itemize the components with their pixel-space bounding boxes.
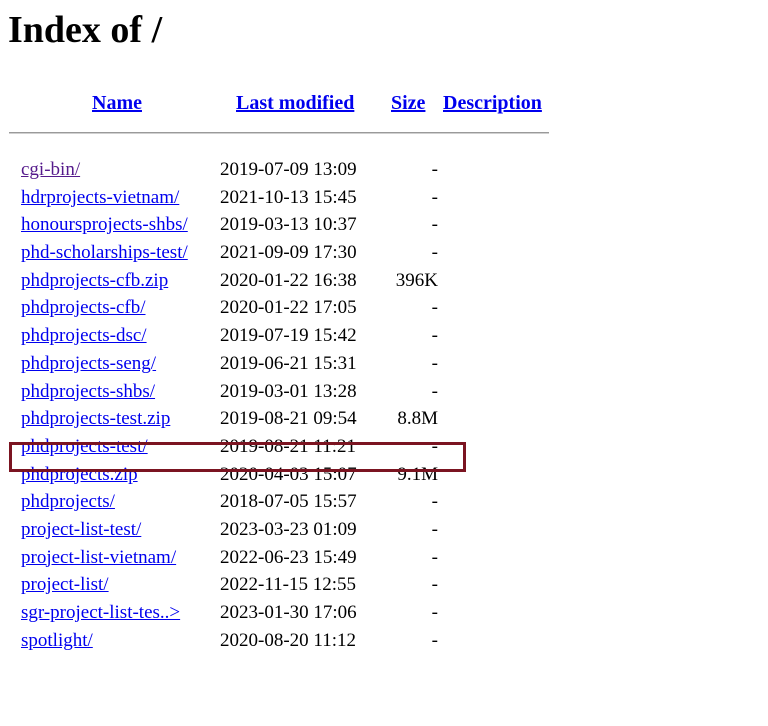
entry-last-modified: 2020-04-03 15:07 <box>220 463 357 485</box>
entry-size: - <box>431 159 438 180</box>
entry-link[interactable]: phdprojects-seng/ <box>21 350 156 378</box>
entry-last-modified: 2020-08-20 11:12 <box>220 629 356 651</box>
entry-link[interactable]: hdrprojects-vietnam/ <box>21 184 179 212</box>
sort-by-description-link[interactable]: Description <box>443 90 542 116</box>
entry-size: - <box>431 491 438 513</box>
entry-size: 8.8M <box>397 408 438 430</box>
listing-row: phdprojects-test/2019-08-21 11:21 - <box>0 433 768 461</box>
entry-size: - <box>431 602 438 623</box>
entry-size: - <box>431 380 438 402</box>
entry-last-modified: 2022-11-15 12:55 <box>220 574 356 596</box>
entry-last-modified: 2023-03-23 01:09 <box>220 518 357 540</box>
sort-by-size-link[interactable]: Size <box>391 90 425 116</box>
listing-row: phdprojects-cfb.zip 2020-01-22 16:38 396K <box>0 267 768 295</box>
listing-row: project-list-test/2023-03-23 01:09 - <box>0 516 768 544</box>
listing-row: phdprojects-dsc/2019-07-19 15:42 - <box>0 322 768 350</box>
listing-row: phdprojects/2018-07-05 15:57 - <box>0 488 768 516</box>
sort-by-name-link[interactable]: Name <box>92 90 142 116</box>
entry-last-modified: 2019-07-19 15:42 <box>220 325 357 347</box>
listing-row: phdprojects-seng/2019-06-21 15:31 - <box>0 350 768 378</box>
sort-by-last-modified-link[interactable]: Last modified <box>236 90 354 116</box>
entry-link[interactable]: honoursprojects-shbs/ <box>21 211 188 239</box>
entry-last-modified: 2019-03-13 10:37 <box>220 214 357 236</box>
entry-size: - <box>431 546 438 568</box>
listing-row: honoursprojects-shbs/2019-03-13 10:37 - <box>0 211 768 239</box>
entry-link[interactable]: phdprojects-cfb/ <box>21 294 146 322</box>
entry-size: - <box>431 574 438 596</box>
listing-row: project-list-vietnam/2022-06-23 15:49 - <box>0 544 768 572</box>
entry-link[interactable]: spotlight/ <box>21 627 93 655</box>
entry-size: - <box>431 352 438 374</box>
listing-row: phd-scholarships-test/2021-09-09 17:30 - <box>0 239 768 267</box>
entry-last-modified: 2019-06-21 15:31 <box>220 352 357 374</box>
entry-size: - <box>431 629 438 651</box>
entry-link[interactable]: cgi-bin/ <box>21 156 80 184</box>
entry-link[interactable]: project-list-test/ <box>21 516 141 544</box>
entry-link[interactable]: phdprojects.zip <box>21 461 138 489</box>
page-title: Index of / <box>8 9 163 51</box>
entry-last-modified: 2019-03-01 13:28 <box>220 380 357 402</box>
entry-size: - <box>431 325 438 347</box>
entry-last-modified: 2023-01-30 17:06 <box>220 602 357 623</box>
entry-last-modified: 2020-01-22 17:05 <box>220 297 357 319</box>
entry-size: - <box>431 435 438 457</box>
entry-link[interactable]: sgr-project-list-tes..> <box>21 599 180 627</box>
listing-row: cgi-bin/2019-07-09 13:09 - <box>0 156 768 184</box>
listing-row: phdprojects-cfb/2020-01-22 17:05 - <box>0 294 768 322</box>
entry-size: - <box>431 214 438 236</box>
entry-last-modified: 2018-07-05 15:57 <box>220 491 357 513</box>
listing-row: phdprojects-shbs/2019-03-01 13:28 - <box>0 378 768 406</box>
entry-size: - <box>431 186 438 208</box>
listing-row: project-list/2022-11-15 12:55 - <box>0 571 768 599</box>
listing-row: spotlight/2020-08-20 11:12 - <box>0 627 768 655</box>
entry-last-modified: 2022-06-23 15:49 <box>220 546 357 568</box>
entry-link[interactable]: project-list/ <box>21 571 109 599</box>
directory-listing: cgi-bin/2019-07-09 13:09- hdrprojects-vie… <box>0 156 768 654</box>
entry-link[interactable]: phdprojects-dsc/ <box>21 322 147 350</box>
listing-row: hdrprojects-vietnam/2021-10-13 15:45 - <box>0 184 768 212</box>
entry-last-modified: 2019-08-21 09:54 <box>220 408 357 430</box>
entry-link[interactable]: phd-scholarships-test/ <box>21 239 188 267</box>
entry-last-modified: 2019-07-09 13:09 <box>220 159 357 180</box>
entry-last-modified: 2021-10-13 15:45 <box>220 186 357 208</box>
entry-link[interactable]: phdprojects-test/ <box>21 433 148 461</box>
entry-last-modified: 2021-09-09 17:30 <box>220 242 357 264</box>
entry-size: - <box>431 518 438 540</box>
entry-link[interactable]: project-list-vietnam/ <box>21 544 176 572</box>
entry-size: - <box>431 242 438 264</box>
entry-size: 396K <box>395 269 438 291</box>
listing-row: phdprojects.zip 2020-04-03 15:07 9.1M <box>0 461 768 489</box>
entry-link[interactable]: phdprojects/ <box>21 488 115 516</box>
listing-row: sgr-project-list-tes..> 2023-01-30 17:06 - <box>0 599 768 627</box>
header-divider <box>9 132 549 134</box>
listing-row: phdprojects-test.zip 2019-08-21 09:54 8.8M <box>0 405 768 433</box>
entry-link[interactable]: phdprojects-cfb.zip <box>21 267 168 295</box>
entry-last-modified: 2019-08-21 11:21 <box>220 435 356 457</box>
entry-link[interactable]: phdprojects-test.zip <box>21 405 170 433</box>
entry-last-modified: 2020-01-22 16:38 <box>220 269 357 291</box>
entry-size: 9.1M <box>397 463 438 485</box>
entry-link[interactable]: phdprojects-shbs/ <box>21 378 155 406</box>
entry-size: - <box>431 297 438 319</box>
